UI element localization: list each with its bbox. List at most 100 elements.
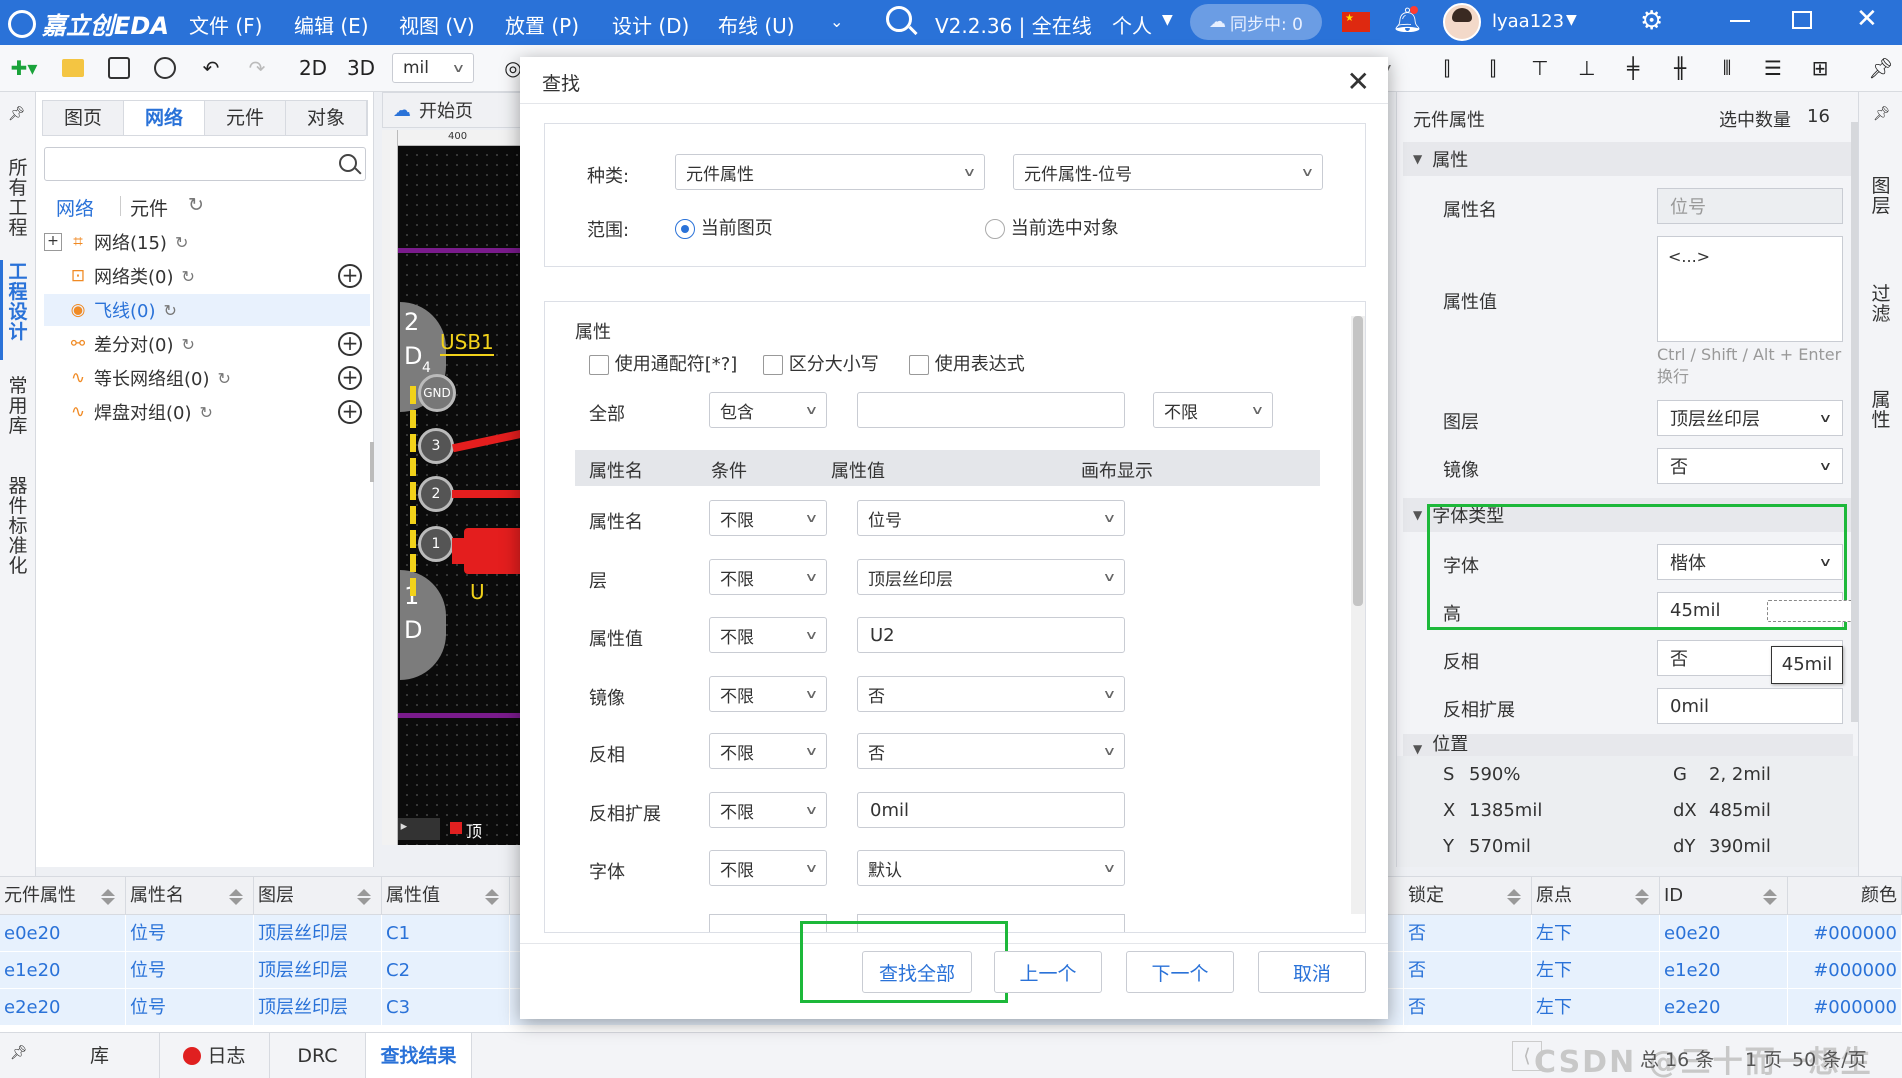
- restore-icon[interactable]: [1792, 11, 1812, 29]
- menu-route[interactable]: 布线 (U): [718, 10, 795, 39]
- panel-resize-handle[interactable]: [370, 442, 374, 482]
- expand-icon[interactable]: +: [44, 233, 62, 251]
- table-cell[interactable]: 位号: [126, 952, 254, 989]
- menu-place[interactable]: 放置 (P): [505, 10, 579, 39]
- table-cell[interactable]: 左下: [1532, 915, 1660, 952]
- save-all-icon[interactable]: [150, 53, 180, 83]
- sort-icon[interactable]: [485, 889, 499, 905]
- pin-icon[interactable]: 📌︎: [1866, 53, 1896, 83]
- menu-view[interactable]: 视图 (V): [399, 10, 475, 39]
- distribute-grid-icon[interactable]: ⊞: [1805, 53, 1835, 83]
- section-properties[interactable]: ▼ 属性: [1403, 142, 1853, 176]
- left-search-input[interactable]: [44, 147, 366, 181]
- table-cell[interactable]: 顶层丝印层: [254, 915, 382, 952]
- checkbox[interactable]: [589, 355, 609, 375]
- tree-row-equal-length[interactable]: ∿ 等长网络组(0) ↻ +: [44, 362, 370, 394]
- workspace-chevron-icon[interactable]: ▼: [1162, 12, 1173, 28]
- search-icon[interactable]: [339, 154, 357, 172]
- new-icon[interactable]: ✚▾: [4, 53, 44, 83]
- tab-components[interactable]: 元件: [205, 101, 286, 135]
- sort-icon[interactable]: [101, 889, 115, 905]
- table-cell[interactable]: e1e20: [0, 952, 126, 989]
- user-chevron-icon[interactable]: ▼: [1566, 12, 1577, 28]
- strip-tab-properties[interactable]: 属性: [1871, 390, 1891, 430]
- table-cell[interactable]: #000000: [1788, 915, 1902, 952]
- refresh-icon[interactable]: ↻: [200, 403, 213, 422]
- table-cell[interactable]: e1e20: [1660, 952, 1788, 989]
- save-icon[interactable]: [104, 53, 134, 83]
- table-cell[interactable]: C2: [382, 952, 510, 989]
- layer-color-swatch[interactable]: [450, 822, 462, 834]
- table-cell[interactable]: C1: [382, 915, 510, 952]
- pager-size-select[interactable]: 50 条/页: [1792, 1045, 1867, 1072]
- table-cell[interactable]: e0e20: [0, 915, 126, 952]
- sort-icon[interactable]: [357, 889, 371, 905]
- align-right-icon[interactable]: ⫿: [1478, 53, 1508, 83]
- radio-checked[interactable]: [675, 219, 695, 239]
- tab-nets[interactable]: 网络: [124, 101, 205, 135]
- sort-icon[interactable]: [1507, 889, 1521, 905]
- bottom-tab-library[interactable]: 库: [40, 1033, 160, 1078]
- gear-icon[interactable]: ⚙: [1640, 6, 1663, 36]
- value-input[interactable]: 0mil: [857, 792, 1125, 828]
- refresh-icon[interactable]: ↻: [182, 335, 195, 354]
- add-icon[interactable]: +: [338, 400, 362, 424]
- refresh-icon[interactable]: ↻: [188, 194, 204, 216]
- invert-ext-input[interactable]: 0mil: [1657, 688, 1843, 724]
- all-value-input[interactable]: [857, 392, 1125, 428]
- sort-icon[interactable]: [1763, 889, 1777, 905]
- minimize-icon[interactable]: [1730, 20, 1750, 22]
- refresh-icon[interactable]: ↻: [164, 301, 177, 320]
- checkbox-wildcard[interactable]: 使用通配符[*?]: [589, 350, 737, 376]
- pad-3[interactable]: 3: [418, 428, 454, 464]
- strip-tab-all-projects[interactable]: 所有工程: [8, 158, 28, 238]
- redo-icon[interactable]: ↷: [242, 53, 272, 83]
- condition-select[interactable]: 不限 ∨: [709, 733, 827, 769]
- bottom-tab-log[interactable]: 日志: [160, 1033, 270, 1078]
- canvas-tab[interactable]: ☁ 开始页: [382, 92, 527, 128]
- col-header[interactable]: 锁定: [1404, 877, 1532, 915]
- cancel-button[interactable]: 取消: [1258, 951, 1366, 993]
- checkbox-expression[interactable]: 使用表达式: [909, 350, 1025, 376]
- strip-tab-layers[interactable]: 图层: [1871, 176, 1891, 216]
- checkbox-case-sensitive[interactable]: 区分大小写: [763, 350, 879, 376]
- align-top-icon[interactable]: ⊤: [1525, 53, 1555, 83]
- table-cell[interactable]: 顶层丝印层: [254, 989, 382, 1026]
- avatar[interactable]: [1443, 3, 1481, 41]
- add-icon[interactable]: +: [338, 332, 362, 356]
- strip-tab-project-design[interactable]: 工程设计: [8, 262, 28, 342]
- condition-select[interactable]: 不限 ∨: [709, 792, 827, 828]
- add-icon[interactable]: +: [338, 366, 362, 390]
- tree-row-net-classes[interactable]: ⊡ 网络类(0) ↻ +: [44, 260, 370, 292]
- tree-row-pad-pairs[interactable]: ∿ 焊盘对组(0) ↻ +: [44, 396, 370, 428]
- distribute-h-icon[interactable]: ⦀: [1712, 53, 1742, 83]
- table-cell[interactable]: 顶层丝印层: [254, 952, 382, 989]
- table-cell[interactable]: e0e20: [1660, 915, 1788, 952]
- view-2d-button[interactable]: 2D: [296, 53, 330, 83]
- checkbox[interactable]: [909, 355, 929, 375]
- sort-icon[interactable]: [229, 889, 243, 905]
- value-select[interactable]: 否 ∨: [857, 733, 1125, 769]
- table-cell[interactable]: 位号: [126, 915, 254, 952]
- eye-icon[interactable]: ◉: [68, 300, 88, 320]
- table-cell[interactable]: e2e20: [0, 989, 126, 1026]
- tab-pages[interactable]: 图页: [43, 101, 124, 135]
- col-header[interactable]: ID: [1660, 877, 1788, 915]
- mirror-select[interactable]: 否 ∨: [1657, 448, 1843, 484]
- all-condition-select[interactable]: 包含 ∨: [709, 392, 827, 428]
- subtab-components[interactable]: 元件: [130, 194, 168, 221]
- pad-1[interactable]: 1: [418, 526, 454, 562]
- strip-tab-filter[interactable]: 过滤: [1871, 284, 1891, 324]
- strip-tab-device-std[interactable]: 器件标准化: [8, 476, 28, 576]
- bottom-tab-find-results[interactable]: 查找结果: [366, 1033, 472, 1078]
- next-button[interactable]: 下一个: [1126, 951, 1234, 993]
- table-cell[interactable]: C3: [382, 989, 510, 1026]
- strip-tab-common-lib[interactable]: 常用库: [8, 376, 28, 436]
- table-cell[interactable]: 位号: [126, 989, 254, 1026]
- scope-option-current-page[interactable]: 当前图页: [675, 214, 773, 240]
- condition-select[interactable]: 不限 ∨: [709, 850, 827, 886]
- pad-gnd[interactable]: GND: [418, 374, 456, 412]
- scope-option-selection[interactable]: 当前选中对象: [985, 214, 1119, 240]
- unit-select[interactable]: mil ∨: [392, 53, 474, 83]
- condition-select[interactable]: 不限 ∨: [709, 500, 827, 536]
